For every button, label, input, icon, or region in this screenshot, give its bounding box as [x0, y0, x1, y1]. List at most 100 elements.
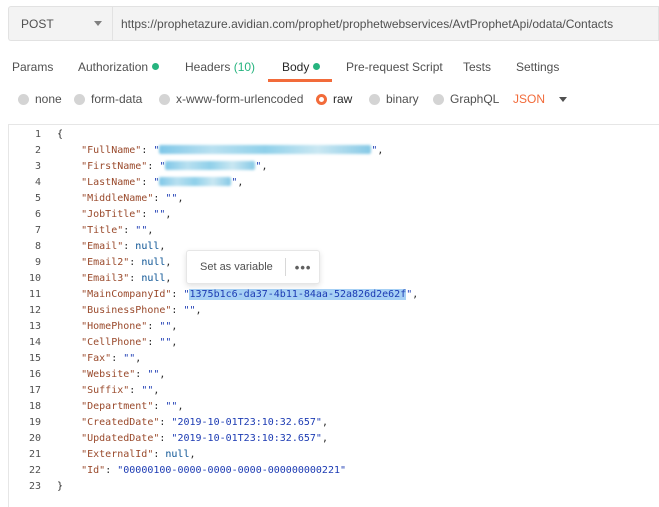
- tab-pre-request-script[interactable]: Pre-request Script: [346, 54, 443, 82]
- tab-settings[interactable]: Settings: [516, 54, 559, 82]
- json-value: null: [135, 241, 160, 252]
- json-value: "": [153, 209, 166, 220]
- json-key: "FullName": [81, 145, 142, 156]
- redacted-value: [159, 145, 372, 154]
- set-as-variable-button[interactable]: Set as variable: [187, 261, 273, 273]
- line-number: 7: [34, 225, 41, 236]
- tab-body[interactable]: Body: [282, 54, 321, 82]
- line-number: 17: [28, 385, 41, 396]
- tab-headers[interactable]: Headers (10): [185, 54, 255, 82]
- line-number: 20: [28, 433, 41, 444]
- code-line-14: "CellPhone": "",: [81, 337, 178, 348]
- json-value: "": [183, 305, 196, 316]
- code-line-9: "Email2": null,: [81, 257, 172, 268]
- chevron-down-icon: [559, 96, 568, 102]
- code-line-10: "Email3": null,: [81, 273, 172, 284]
- json-key: "MiddleName": [81, 193, 154, 204]
- code-line-3: "FirstName": " ",: [81, 161, 268, 172]
- code-line-16: "Website": "",: [81, 369, 166, 380]
- code-line-18: "Department": "",: [81, 401, 184, 412]
- body-type-options: none form-data x-www-form-urlencoded raw…: [0, 90, 659, 110]
- tab-authorization[interactable]: Authorization: [78, 54, 160, 82]
- code-line-12: "BusinessPhone": "",: [81, 305, 202, 316]
- option-raw[interactable]: raw: [316, 92, 352, 106]
- option-binary[interactable]: binary: [369, 92, 419, 106]
- json-value: "": [159, 321, 172, 332]
- tab-tests[interactable]: Tests: [463, 54, 491, 82]
- radio-icon: [18, 93, 29, 105]
- json-key: "LastName": [81, 177, 142, 188]
- json-key: "JobTitle": [81, 209, 142, 220]
- option-urlencoded[interactable]: x-www-form-urlencoded: [159, 92, 303, 106]
- tab-label: Body: [282, 60, 310, 74]
- code-line-22: "Id": "00000100-0000-0000-0000-000000000…: [81, 465, 347, 476]
- json-key: "Suffix": [81, 385, 130, 396]
- more-options-icon[interactable]: •••: [295, 260, 312, 275]
- line-number: 2: [34, 145, 41, 156]
- tab-label: Settings: [516, 60, 560, 74]
- line-number: 16: [28, 369, 41, 380]
- tooltip-divider: [284, 258, 286, 276]
- line-number: 6: [34, 209, 41, 220]
- json-key: "CreatedDate": [81, 417, 160, 428]
- tab-label: Pre-request Script: [346, 60, 443, 74]
- json-value: "": [165, 401, 178, 412]
- chevron-down-icon: [94, 21, 102, 26]
- url-input[interactable]: https://prophetazure.avidian.com/prophet…: [112, 6, 659, 41]
- option-graphql[interactable]: GraphQL: [433, 92, 499, 106]
- code-line-15: "Fax": "",: [81, 353, 142, 364]
- code-line-17: "Suffix": "",: [81, 385, 160, 396]
- option-none[interactable]: none: [18, 92, 62, 106]
- format-select[interactable]: JSON: [513, 92, 568, 106]
- json-key: "BusinessPhone": [81, 305, 172, 316]
- json-value: "2019-10-01T23:10:32.657": [171, 433, 322, 444]
- option-label: binary: [386, 92, 419, 106]
- line-number: 14: [28, 337, 41, 348]
- line-number: 9: [34, 257, 41, 268]
- line-number: 10: [28, 273, 41, 284]
- line-number: 1: [34, 129, 41, 140]
- json-key: "Title": [81, 225, 124, 236]
- method-label: POST: [21, 16, 54, 31]
- radio-icon: [159, 93, 170, 105]
- option-form-data[interactable]: form-data: [74, 92, 142, 106]
- selected-text: 1375b1c6-da37-4b11-84aa-52a826d2e62f: [189, 289, 407, 300]
- json-value: "": [147, 369, 160, 380]
- json-key: "Website": [81, 369, 136, 380]
- tab-label: Tests: [463, 60, 492, 74]
- json-value: "": [135, 225, 148, 236]
- line-number: 19: [28, 417, 41, 428]
- status-dot-icon: [313, 63, 321, 70]
- redacted-value: [159, 177, 232, 186]
- body-editor[interactable]: 1 2 3 4 5 6 7 8 9 10 11 12 13 14 15 16 1…: [8, 124, 659, 507]
- line-number: 22: [28, 465, 41, 476]
- code-line-20: "UpdatedDate": "2019-10-01T23:10:32.657"…: [81, 433, 328, 444]
- radio-icon: [74, 93, 85, 105]
- request-bar: POST https://prophetazure.avidian.com/pr…: [8, 6, 659, 41]
- tab-params[interactable]: Params: [12, 54, 53, 82]
- line-number: 21: [28, 449, 41, 460]
- option-label: form-data: [91, 92, 143, 106]
- code-line-13: "HomePhone": "",: [81, 321, 178, 332]
- method-select[interactable]: POST: [8, 6, 112, 41]
- json-key: "Id": [81, 465, 106, 476]
- radio-icon: [369, 93, 380, 105]
- code-line-6: "JobTitle": "",: [81, 209, 172, 220]
- json-value: null: [165, 449, 190, 460]
- json-value: "": [165, 193, 178, 204]
- redacted-value: [165, 161, 256, 170]
- code-line-2: "FullName": " ",: [81, 145, 384, 156]
- line-number: 18: [28, 401, 41, 412]
- json-value: "": [123, 353, 136, 364]
- line-number: 3: [34, 161, 41, 172]
- tab-label: Params: [12, 60, 54, 74]
- json-key: "ExternalId": [81, 449, 154, 460]
- json-value: "00000100-0000-0000-0000-000000000221": [117, 465, 347, 476]
- status-dot-icon: [152, 63, 160, 70]
- line-number: 8: [34, 241, 41, 252]
- request-tabs: Params Authorization Headers (10) Body P…: [0, 54, 659, 82]
- tab-label: Headers: [185, 60, 231, 74]
- json-value: null: [141, 257, 166, 268]
- json-value: "": [141, 385, 154, 396]
- json-key: "UpdatedDate": [81, 433, 160, 444]
